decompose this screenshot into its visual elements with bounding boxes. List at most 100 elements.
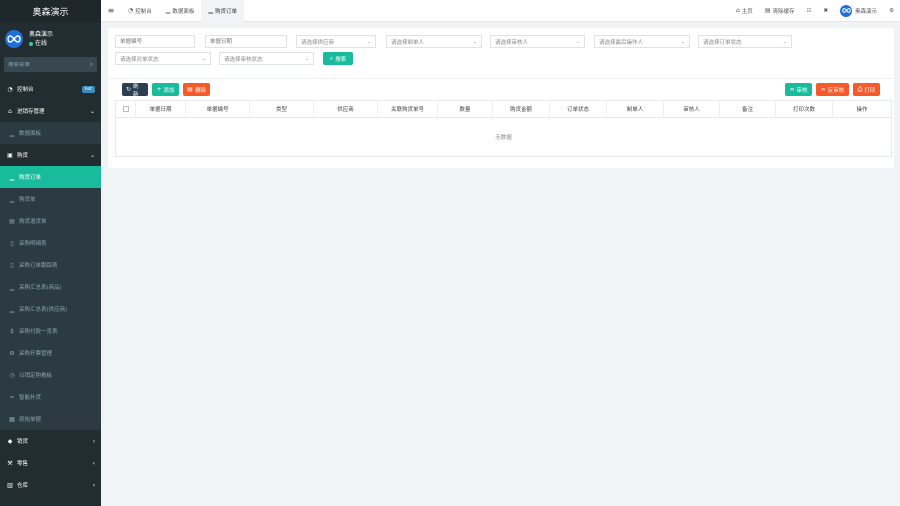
fullscreen-icon: ✖ — [823, 7, 829, 14]
dollar-icon: $ — [10, 327, 14, 335]
book-icon: ▦ — [9, 415, 15, 423]
delete-button[interactable]: ▤ 删除 — [183, 83, 210, 96]
hot-badge: hot — [81, 85, 95, 93]
clear-cache-link[interactable]: ▤ 清除缓存 — [759, 7, 801, 15]
column-header[interactable]: 单据日期 — [136, 101, 186, 117]
building-icon: ▥ — [7, 481, 13, 489]
order-status-select[interactable]: 请选择订单状态 ⌄ — [698, 35, 792, 48]
user-status: 在线 — [29, 39, 53, 48]
sidebar-item-purchase[interactable]: ▣ 购货 ⌄ — [0, 144, 101, 166]
user-menu[interactable]: 奥森演示 — [834, 4, 883, 17]
chevron-down-icon: ⌄ — [575, 38, 580, 45]
table-header: 单据日期 单据编号 类型 供应商 关联购货单号 数量 购货金额 订单状态 制单人… — [116, 101, 891, 118]
maker-select[interactable]: 请选择制单人 ⌄ — [386, 35, 482, 48]
supplier-select[interactable]: 请选择供应商 ⌄ — [296, 35, 376, 48]
sidebar-item-invoice[interactable]: ⚙ 采购开票管理 — [0, 342, 101, 364]
print-button[interactable]: ⎙ 打印 — [853, 83, 880, 96]
chevron-left-icon: ‹ — [92, 481, 95, 489]
column-header[interactable]: 购货金额 — [493, 101, 550, 117]
refresh-button[interactable]: ↻ 刷新 — [122, 83, 148, 98]
refresh-icon: ↻ — [126, 86, 132, 93]
check-status-select[interactable]: 请选择对单状态 ⌄ — [115, 52, 211, 65]
sidebar-item-order-tracking[interactable]: ▯ 采购订单跟踪表 — [0, 254, 101, 276]
chart-icon: ▁ — [208, 7, 214, 14]
sidebar: 奥森演示 奥森演示 在线 ⌕ ◔控制台hot ⌂进销存管理⌄ ▁数据面板 ▣购货… — [0, 0, 101, 506]
infinity-icon: ∞ — [789, 86, 795, 93]
order-date-input[interactable] — [205, 35, 287, 48]
chevron-down-icon: ⌄ — [782, 38, 787, 45]
sidebar-item-purchase-order[interactable]: ▁ 购货订单 — [0, 166, 101, 188]
sidebar-item-inventory[interactable]: ⌂ 进销存管理 ⌄ — [0, 100, 101, 122]
sidebar-item-purchase-detail[interactable]: ▯ 采购明细表 — [0, 232, 101, 254]
add-button[interactable]: + 添加 — [152, 83, 179, 96]
column-header[interactable]: 备注 — [720, 101, 776, 117]
sidebar-item-purchase-bill[interactable]: ▁ 购货单 — [0, 188, 101, 210]
column-header[interactable]: 审核人 — [664, 101, 720, 117]
sidebar-item-retail[interactable]: ⚒ 零售 ‹ — [0, 452, 101, 474]
chevron-left-icon: ‹ — [92, 437, 95, 445]
settings-button[interactable]: ⚙ — [883, 8, 900, 14]
select-all-checkbox[interactable] — [122, 106, 129, 112]
audit-button[interactable]: ∞ 审核 — [785, 83, 812, 96]
trash-icon: ▤ — [187, 86, 193, 93]
tab-purchase-order[interactable]: ▁ 购货订单 — [201, 0, 245, 22]
brand-logo[interactable]: 奥森演示 — [0, 0, 101, 22]
fullscreen-button[interactable]: ✖ — [817, 8, 834, 14]
column-header[interactable]: 操作 — [833, 101, 891, 117]
main-panel: 请选择供应商⌄ 请选择制单人⌄ 请选择审核人⌄ 请选择最后操作人⌄ 请选择订单状… — [108, 28, 894, 168]
menu-toggle-icon[interactable]: ≡ — [101, 6, 121, 15]
sidebar-item-payment-list[interactable]: $ 采购付款一览表 — [0, 320, 101, 342]
sidebar-item-original-docs[interactable]: ▦ 原始单据 — [0, 408, 101, 430]
online-dot-icon — [29, 41, 33, 46]
graduation-cap-icon: ⌂ — [8, 107, 12, 115]
dashboard-icon: ◔ — [7, 85, 13, 93]
chart-icon: ▁ — [9, 195, 15, 203]
empty-state: 无数据 — [495, 135, 512, 141]
last-operator-select[interactable]: 请选择最后操作人 ⌄ — [594, 35, 690, 48]
auditor-select[interactable]: 请选择审核人 ⌄ — [490, 35, 585, 48]
sidebar-item-warehouse[interactable]: ▥ 仓库 ‹ — [0, 474, 101, 496]
tab-dashboard[interactable]: ◔ 控制台 — [121, 0, 159, 22]
printer-icon: ⎙ — [857, 85, 863, 93]
search-icon[interactable]: ⌕ — [90, 61, 93, 69]
brand-title: 奥森演示 — [32, 7, 69, 18]
chevron-down-icon: ⌄ — [89, 107, 95, 115]
sidebar-item-sales[interactable]: ◆ 销货 ‹ — [0, 430, 101, 452]
gear-icon: ⚙ — [9, 349, 15, 357]
chevron-down-icon: ⌄ — [472, 38, 477, 45]
document-icon: ▯ — [10, 261, 14, 269]
sidebar-item-sales-board[interactable]: ◷ 以销定购看板 — [0, 364, 101, 386]
column-header[interactable]: 单据编号 — [186, 101, 250, 117]
sidebar-item-purchase-return[interactable]: ▤ 购货退货单 — [0, 210, 101, 232]
gear-icon: ⚙ — [889, 7, 894, 14]
sidebar-item-smart-replenish[interactable]: ≈ 智能补货 — [0, 386, 101, 408]
sidebar-item-data-panel[interactable]: ▁ 数据面板 — [0, 122, 101, 144]
select-all-cell — [116, 101, 136, 117]
column-header[interactable]: 打印次数 — [776, 101, 833, 117]
menu-search-input[interactable] — [8, 61, 78, 68]
user-name: 奥森演示 — [29, 31, 54, 38]
user-panel: 奥森演示 在线 — [0, 25, 101, 53]
tab-data-panel[interactable]: ▁ 数据面板 — [159, 0, 202, 22]
translate-button[interactable]: ☷ — [801, 8, 818, 14]
column-header[interactable]: 制单人 — [607, 101, 664, 117]
unaudit-button[interactable]: ∞ 反审核 — [816, 83, 849, 96]
column-header[interactable]: 类型 — [250, 101, 314, 117]
column-header[interactable]: 供应商 — [314, 101, 378, 117]
menu-search: ⌕ — [4, 57, 97, 72]
column-header[interactable]: 订单状态 — [550, 101, 607, 117]
chart-icon: ▁ — [9, 173, 15, 181]
sidebar-item-summary-supplier[interactable]: ▁ 采购汇总表(供应商) — [0, 298, 101, 320]
column-header[interactable]: 关联购货单号 — [378, 101, 438, 117]
search-button[interactable]: ⌕ 搜索 — [323, 52, 353, 65]
order-no-input[interactable] — [115, 35, 195, 48]
audit-status-select[interactable]: 请选择审核状态 ⌄ — [219, 52, 314, 65]
column-header[interactable]: 数量 — [438, 101, 493, 117]
sidebar-item-summary-goods[interactable]: ▁ 采购汇总表(商品) — [0, 276, 101, 298]
infinity-icon: ∞ — [820, 86, 826, 93]
home-link[interactable]: ⌂ 主页 — [730, 7, 759, 15]
infinity-logo-icon — [7, 35, 21, 43]
chevron-down-icon: ⌄ — [366, 38, 371, 45]
dashboard-icon: ◔ — [128, 7, 134, 14]
sidebar-item-dashboard[interactable]: ◔ 控制台 hot — [0, 78, 101, 100]
